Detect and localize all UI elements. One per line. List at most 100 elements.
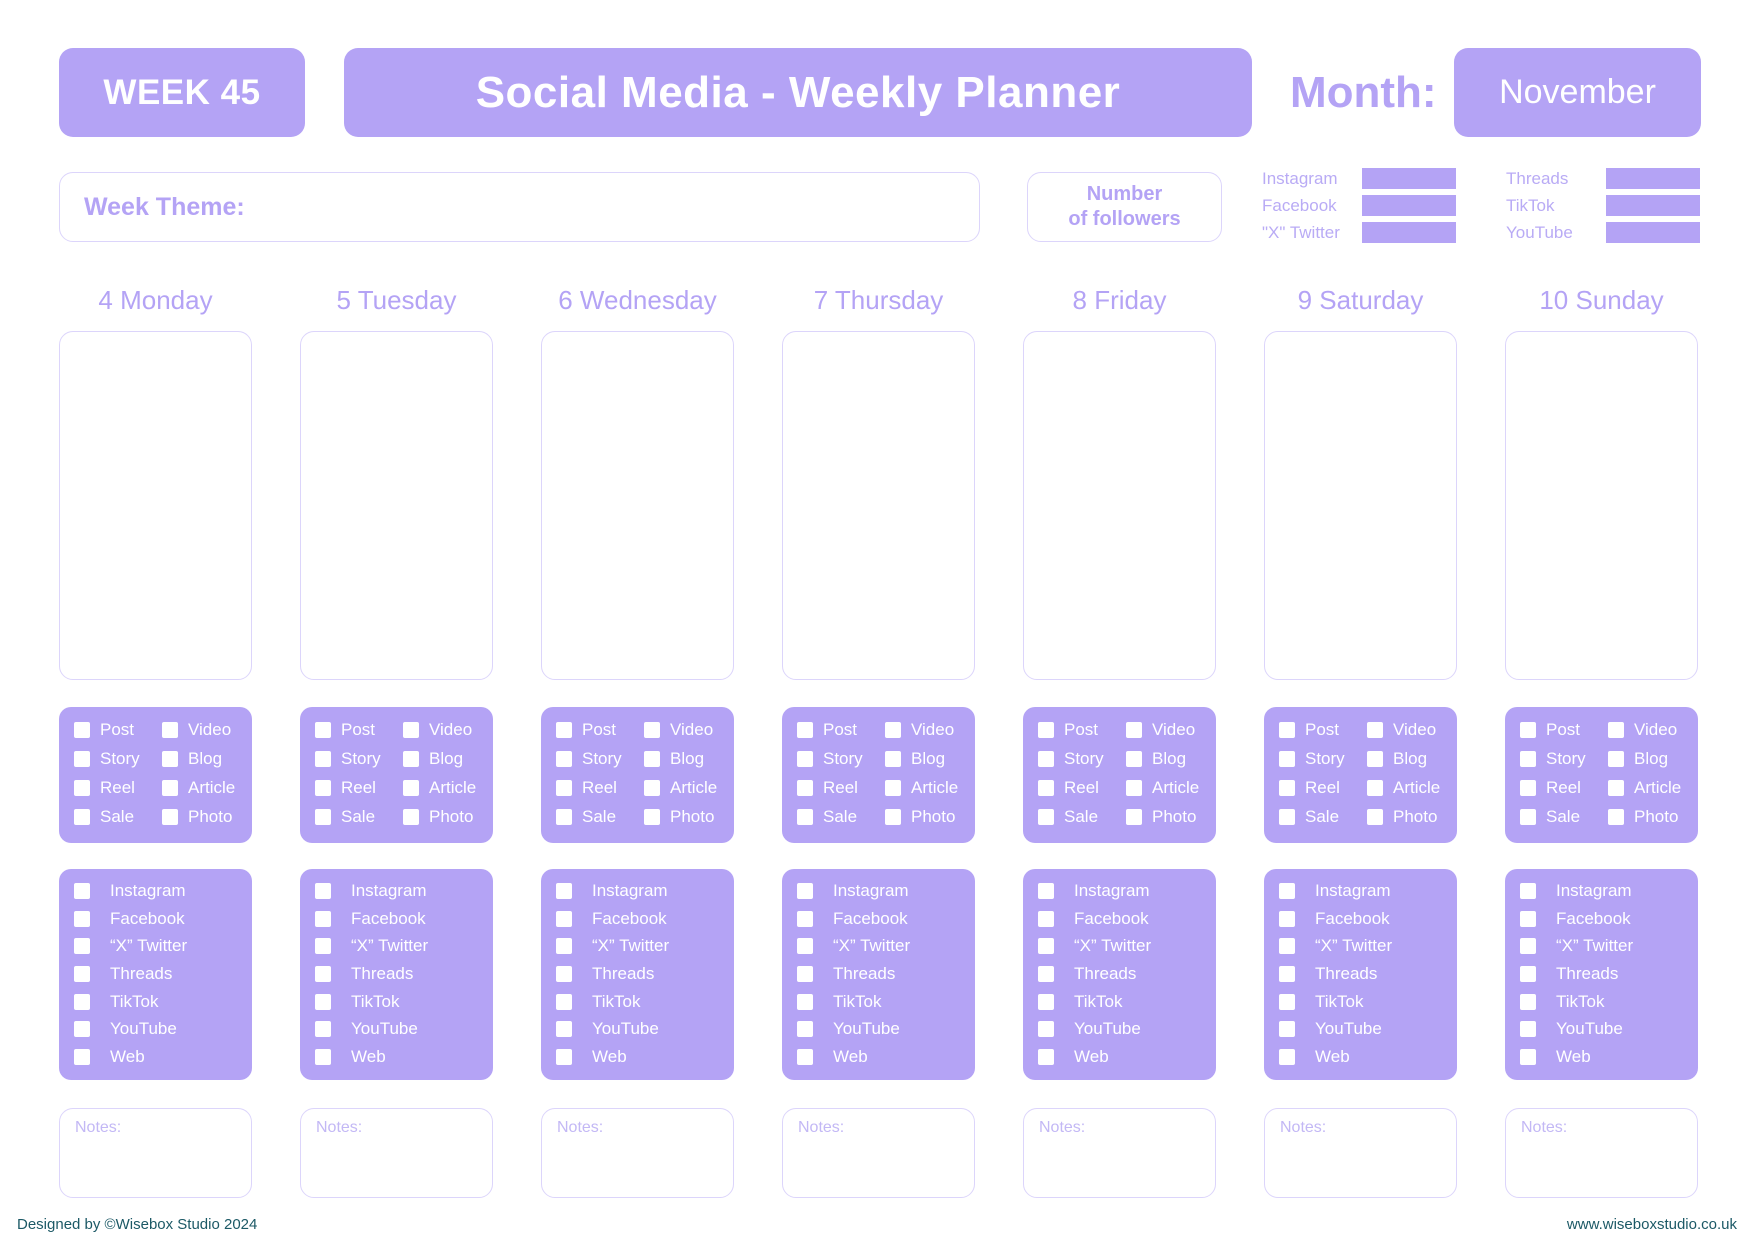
platform-option[interactable]: Instagram (1038, 881, 1216, 900)
platform-option[interactable]: YouTube (797, 1019, 975, 1038)
notes-field[interactable]: Notes: (541, 1108, 734, 1198)
notes-field[interactable]: Notes: (1264, 1108, 1457, 1198)
platform-option[interactable]: TikTok (556, 992, 734, 1011)
followers-count-field[interactable] (1606, 195, 1700, 216)
checkbox[interactable] (556, 1021, 572, 1038)
platform-option[interactable]: Instagram (1279, 881, 1457, 900)
checkbox[interactable] (1520, 751, 1536, 767)
checkbox[interactable] (315, 993, 331, 1010)
content-type-option[interactable]: Article (1367, 778, 1457, 797)
platform-option[interactable]: Instagram (315, 881, 493, 900)
checkbox[interactable] (1038, 1049, 1054, 1066)
checkbox[interactable] (556, 780, 572, 796)
day-content-area[interactable] (1264, 331, 1457, 680)
platform-option[interactable]: Web (74, 1047, 252, 1066)
platform-option[interactable]: Facebook (556, 909, 734, 928)
checkbox[interactable] (644, 780, 660, 796)
checkbox[interactable] (1520, 883, 1536, 899)
checkbox[interactable] (315, 809, 331, 825)
content-type-option[interactable]: Photo (885, 807, 975, 826)
content-type-option[interactable]: Sale (1038, 807, 1126, 826)
content-type-option[interactable]: Video (885, 720, 975, 739)
day-content-area[interactable] (300, 331, 493, 680)
platform-option[interactable]: TikTok (1520, 992, 1698, 1011)
platform-option[interactable]: Facebook (74, 909, 252, 928)
checkbox[interactable] (1279, 883, 1295, 899)
checkbox[interactable] (556, 809, 572, 825)
checkbox[interactable] (315, 883, 331, 899)
checkbox[interactable] (644, 751, 660, 767)
content-type-option[interactable]: Story (797, 749, 885, 768)
content-type-option[interactable]: Video (1367, 720, 1457, 739)
checkbox[interactable] (644, 809, 660, 825)
checkbox[interactable] (315, 751, 331, 767)
platform-option[interactable]: Web (1520, 1047, 1698, 1066)
checkbox[interactable] (1279, 809, 1295, 825)
content-type-option[interactable]: Story (1520, 749, 1608, 768)
checkbox[interactable] (1367, 751, 1383, 767)
content-type-option[interactable]: Blog (1608, 749, 1698, 768)
content-type-option[interactable]: Post (1520, 720, 1608, 739)
platform-option[interactable]: “X” Twitter (556, 936, 734, 955)
checkbox[interactable] (1279, 1021, 1295, 1038)
content-type-option[interactable]: Reel (797, 778, 885, 797)
content-type-option[interactable]: Post (556, 720, 644, 739)
content-type-option[interactable]: Blog (403, 749, 493, 768)
checkbox[interactable] (315, 780, 331, 796)
checkbox[interactable] (1367, 809, 1383, 825)
checkbox[interactable] (315, 910, 331, 927)
checkbox[interactable] (1279, 938, 1295, 955)
checkbox[interactable] (1279, 966, 1295, 983)
day-content-area[interactable] (541, 331, 734, 680)
platform-option[interactable]: YouTube (1520, 1019, 1698, 1038)
checkbox[interactable] (74, 883, 90, 899)
content-type-option[interactable]: Video (644, 720, 734, 739)
platform-option[interactable]: Instagram (556, 881, 734, 900)
checkbox[interactable] (74, 1021, 90, 1038)
checkbox[interactable] (1608, 722, 1624, 738)
month-field[interactable]: November (1454, 48, 1701, 137)
content-type-option[interactable]: Reel (1038, 778, 1126, 797)
content-type-option[interactable]: Reel (1279, 778, 1367, 797)
platform-option[interactable]: TikTok (1279, 992, 1457, 1011)
checkbox[interactable] (885, 780, 901, 796)
checkbox[interactable] (1038, 751, 1054, 767)
notes-field[interactable]: Notes: (1505, 1108, 1698, 1198)
day-content-area[interactable] (1023, 331, 1216, 680)
checkbox[interactable] (556, 722, 572, 738)
content-type-option[interactable]: Reel (556, 778, 644, 797)
checkbox[interactable] (556, 938, 572, 955)
platform-option[interactable]: Web (556, 1047, 734, 1066)
checkbox[interactable] (1367, 722, 1383, 738)
notes-field[interactable]: Notes: (59, 1108, 252, 1198)
checkbox[interactable] (1279, 751, 1295, 767)
checkbox[interactable] (74, 809, 90, 825)
checkbox[interactable] (797, 1021, 813, 1038)
content-type-option[interactable]: Sale (1279, 807, 1367, 826)
platform-option[interactable]: YouTube (1038, 1019, 1216, 1038)
checkbox[interactable] (1038, 809, 1054, 825)
checkbox[interactable] (885, 751, 901, 767)
day-content-area[interactable] (59, 331, 252, 680)
platform-option[interactable]: Instagram (797, 881, 975, 900)
checkbox[interactable] (1038, 883, 1054, 899)
checkbox[interactable] (797, 938, 813, 955)
content-type-option[interactable]: Photo (403, 807, 493, 826)
checkbox[interactable] (797, 966, 813, 983)
checkbox[interactable] (74, 993, 90, 1010)
content-type-option[interactable]: Photo (162, 807, 252, 826)
checkbox[interactable] (797, 910, 813, 927)
platform-option[interactable]: Threads (315, 964, 493, 983)
content-type-option[interactable]: Story (315, 749, 403, 768)
checkbox[interactable] (315, 722, 331, 738)
content-type-option[interactable]: Photo (1608, 807, 1698, 826)
content-type-option[interactable]: Video (1126, 720, 1216, 739)
checkbox[interactable] (1520, 966, 1536, 983)
content-type-option[interactable]: Sale (797, 807, 885, 826)
checkbox[interactable] (403, 780, 419, 796)
checkbox[interactable] (1608, 751, 1624, 767)
content-type-option[interactable]: Photo (1367, 807, 1457, 826)
checkbox[interactable] (556, 751, 572, 767)
content-type-option[interactable]: Sale (1520, 807, 1608, 826)
platform-option[interactable]: Threads (797, 964, 975, 983)
